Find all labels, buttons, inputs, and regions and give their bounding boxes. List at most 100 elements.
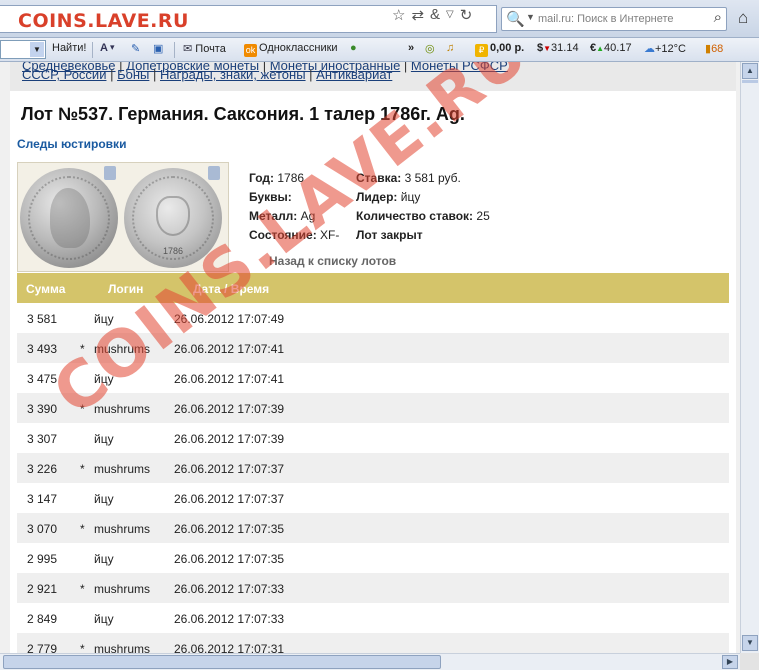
- table-row: 3 475 йцу 26.06.2012 17:07:41: [17, 363, 729, 393]
- scrollbar-corner: [740, 653, 759, 670]
- column-header-login[interactable]: Логин: [108, 282, 143, 296]
- bid-login: mushrums: [94, 402, 151, 416]
- ampersand-icon[interactable]: &: [430, 6, 440, 24]
- nav-link[interactable]: СССР, России: [22, 67, 106, 82]
- find-button[interactable]: Найти!: [52, 42, 86, 54]
- bid-login: mushrums: [94, 462, 151, 476]
- chevron-down-icon[interactable]: ▾: [110, 42, 115, 53]
- odnoklassniki-icon: ok: [244, 44, 257, 57]
- translate-icon[interactable]: ⇄: [411, 6, 424, 24]
- bid-sum: 3 070: [27, 522, 58, 536]
- games-icon[interactable]: ●: [350, 42, 357, 54]
- mail-button[interactable]: ✉ Почта: [183, 42, 226, 55]
- scroll-thumb[interactable]: [742, 80, 758, 83]
- bid-datetime: 26.06.2012 17:07:39: [174, 402, 285, 416]
- table-row: 3 147 йцу 26.06.2012 17:07:37: [17, 483, 729, 513]
- scroll-down-icon[interactable]: ▼: [742, 635, 758, 651]
- traffic-widget[interactable]: ▮68: [705, 42, 723, 55]
- page-icon[interactable]: ▣: [153, 42, 163, 55]
- usd-widget[interactable]: $▼31.14: [537, 42, 579, 54]
- proxy-bid-mark: *: [80, 522, 85, 536]
- nav-link[interactable]: Антиквариат: [316, 67, 392, 82]
- horizontal-scrollbar[interactable]: ▶: [0, 653, 740, 670]
- search-icon[interactable]: ⌕: [714, 9, 722, 26]
- site-title: COINS.LAVE.RU: [18, 10, 189, 32]
- weather-value: +12°C: [655, 43, 687, 55]
- bid-login: mushrums: [94, 342, 151, 356]
- column-header-sum[interactable]: Сумма: [26, 282, 65, 296]
- coin-obverse-image[interactable]: [20, 168, 118, 268]
- lot-info-left: Год: 1786 Буквы: Металл: Ag Состояние: X…: [249, 169, 339, 245]
- odnoklassniki-button[interactable]: ok Одноклассники: [244, 42, 338, 57]
- balance-widget[interactable]: ₽0,00 р.: [475, 42, 524, 57]
- mail-label: Почта: [195, 43, 226, 55]
- bids-table-header: Сумма Логин Дата / Время: [17, 273, 729, 303]
- zoom-icon[interactable]: [104, 166, 116, 180]
- scroll-up-icon[interactable]: ▲: [742, 63, 758, 79]
- bid-sum: 3 493: [27, 342, 58, 356]
- nav-link[interactable]: Награды, знаки, жетоны: [160, 67, 306, 82]
- search-engine-icon[interactable]: 🔍: [506, 10, 525, 28]
- table-row: 2 995 йцу 26.06.2012 17:07:35: [17, 543, 729, 573]
- chevron-down-icon[interactable]: ▼: [526, 12, 535, 22]
- eur-widget[interactable]: €▲40.17: [590, 42, 632, 54]
- overflow-button[interactable]: »: [408, 42, 414, 54]
- search-input[interactable]: 🔍 ▼ mail.ru: Поиск в Интернете ⌕: [501, 7, 727, 31]
- scroll-right-icon[interactable]: ▶: [722, 655, 738, 669]
- table-row: 3 070 * mushrums 26.06.2012 17:07:35: [17, 513, 729, 543]
- zoom-icon[interactable]: [208, 166, 220, 180]
- dropdown-icon[interactable]: ▽: [446, 6, 454, 24]
- bid-login: mushrums: [94, 522, 151, 536]
- divider: [92, 42, 93, 58]
- search-placeholder: mail.ru: Поиск в Интернете: [538, 13, 674, 25]
- metal-value: Ag: [300, 209, 316, 223]
- nav-link[interactable]: Монеты РСФСР: [411, 62, 508, 73]
- letters-label: Буквы:: [249, 190, 292, 204]
- cloud-icon: ☁: [644, 43, 655, 55]
- page-content: Средневековье | Допетровские монеты | Мо…: [10, 62, 736, 653]
- table-row: 2 779 * mushrums 26.06.2012 17:07:31: [17, 633, 729, 653]
- bid-login: йцу: [94, 492, 114, 506]
- bid-login: йцу: [94, 612, 114, 626]
- scroll-thumb[interactable]: [3, 655, 441, 669]
- leader-label: Лидер:: [356, 190, 398, 204]
- table-row: 3 226 * mushrums 26.06.2012 17:07:37: [17, 453, 729, 483]
- bid-sum: 3 226: [27, 462, 58, 476]
- nav-link[interactable]: Боны: [117, 67, 149, 82]
- bid-datetime: 26.06.2012 17:07:37: [174, 462, 285, 476]
- eur-rate: 40.17: [604, 42, 632, 54]
- bid-sum: 2 849: [27, 612, 58, 626]
- coin-reverse-image[interactable]: 1786: [124, 168, 222, 268]
- lot-title: Лот №537. Германия. Саксония. 1 талер 17…: [21, 104, 465, 124]
- star-icon[interactable]: ☆: [392, 6, 405, 24]
- home-icon[interactable]: ⌂: [738, 8, 748, 28]
- lot-status: Лот закрыт: [356, 228, 423, 242]
- bid-sum: 3 147: [27, 492, 58, 506]
- bid-sum: 3 581: [27, 312, 58, 326]
- back-to-lots-link[interactable]: Назад к списку лотов: [269, 254, 396, 268]
- radio-icon[interactable]: ◎: [425, 42, 435, 55]
- up-arrow-icon: ▲: [596, 44, 605, 53]
- chevron-down-icon[interactable]: ▼: [30, 42, 44, 57]
- table-row: 2 849 йцу 26.06.2012 17:07:33: [17, 603, 729, 633]
- weather-widget[interactable]: ☁+12°C: [644, 42, 686, 55]
- metal-label: Металл:: [249, 209, 298, 223]
- proxy-bid-mark: *: [80, 642, 85, 653]
- year-value: 1786: [277, 171, 305, 185]
- bid-datetime: 26.06.2012 17:07:31: [174, 642, 285, 653]
- column-header-datetime[interactable]: Дата / Время: [193, 282, 269, 296]
- bid-login: йцу: [94, 312, 114, 326]
- bid-datetime: 26.06.2012 17:07:49: [174, 312, 285, 326]
- proxy-bid-mark: *: [80, 342, 85, 356]
- font-size-icon[interactable]: A: [100, 42, 108, 54]
- bid-count-label: Количество ставок:: [356, 209, 474, 223]
- envelope-icon: ✉: [183, 43, 193, 55]
- proxy-bid-mark: *: [80, 582, 85, 596]
- music-icon[interactable]: ♫: [446, 42, 454, 54]
- reload-icon[interactable]: ↻: [460, 6, 473, 24]
- highlight-icon[interactable]: ✎: [131, 42, 140, 55]
- toolbar-dropdown[interactable]: ▼: [0, 40, 46, 59]
- bid-login: йцу: [94, 372, 114, 386]
- vertical-scrollbar[interactable]: ▲ ▼: [740, 62, 759, 653]
- bid-sum: 3 475: [27, 372, 58, 386]
